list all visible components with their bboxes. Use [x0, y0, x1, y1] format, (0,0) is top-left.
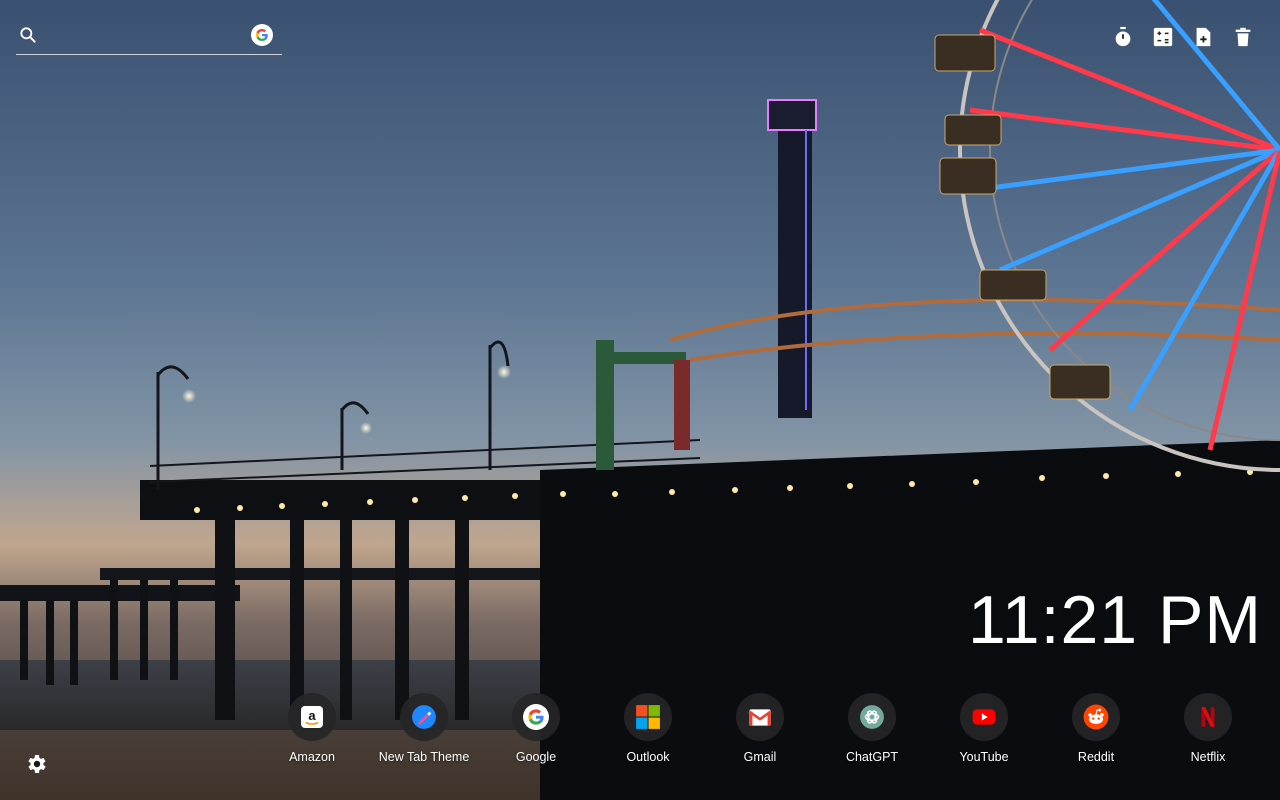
netflix-icon — [1184, 693, 1232, 741]
shortcut-label: Google — [515, 750, 557, 764]
search-bar — [16, 18, 282, 55]
shortcut-label: New Tab Theme — [378, 750, 470, 764]
shortcut-label: Gmail — [743, 750, 777, 764]
shortcut-label: ChatGPT — [845, 750, 899, 764]
outlook-icon — [624, 693, 672, 741]
shortcut-label: Reddit — [1077, 750, 1115, 764]
shortcut-label: Netflix — [1190, 750, 1226, 764]
timer-icon[interactable] — [1110, 24, 1136, 50]
shortcut-gmail[interactable]: Gmail — [704, 693, 816, 773]
shortcut-new-tab-theme[interactable]: New Tab Theme — [368, 693, 480, 773]
reddit-icon — [1072, 693, 1120, 741]
shortcut-outlook[interactable]: Outlook — [592, 693, 704, 773]
new-tab-theme-icon — [400, 693, 448, 741]
shortcut-chatgpt[interactable]: ChatGPT — [816, 693, 928, 773]
search-input[interactable] — [48, 22, 248, 50]
trash-icon[interactable] — [1230, 24, 1256, 50]
shortcut-netflix[interactable]: Netflix — [1152, 693, 1264, 773]
chatgpt-icon — [848, 693, 896, 741]
google-icon — [512, 693, 560, 741]
calculator-icon[interactable] — [1150, 24, 1176, 50]
gmail-icon — [736, 693, 784, 741]
youtube-icon — [960, 693, 1008, 741]
amazon-icon: a — [288, 693, 336, 741]
shortcut-label: Amazon — [289, 750, 335, 764]
gear-icon[interactable] — [24, 752, 48, 776]
background-photo — [0, 0, 1280, 800]
shortcut-amazon[interactable]: a Amazon — [256, 693, 368, 773]
google-g-icon[interactable] — [251, 24, 273, 46]
shortcut-label: YouTube — [959, 750, 1009, 764]
new-note-icon[interactable] — [1190, 24, 1216, 50]
shortcut-label: Outlook — [626, 750, 670, 764]
shortcut-google[interactable]: Google — [480, 693, 592, 773]
svg-text:a: a — [308, 708, 316, 723]
shortcut-reddit[interactable]: Reddit — [1040, 693, 1152, 773]
shortcut-bar: a Amazon New Tab Theme Google Outlook Gm… — [256, 693, 1264, 773]
toolbar — [1110, 24, 1256, 50]
search-icon[interactable] — [18, 25, 38, 45]
clock-time: 11:21 PM — [967, 582, 1262, 658]
shortcut-youtube[interactable]: YouTube — [928, 693, 1040, 773]
